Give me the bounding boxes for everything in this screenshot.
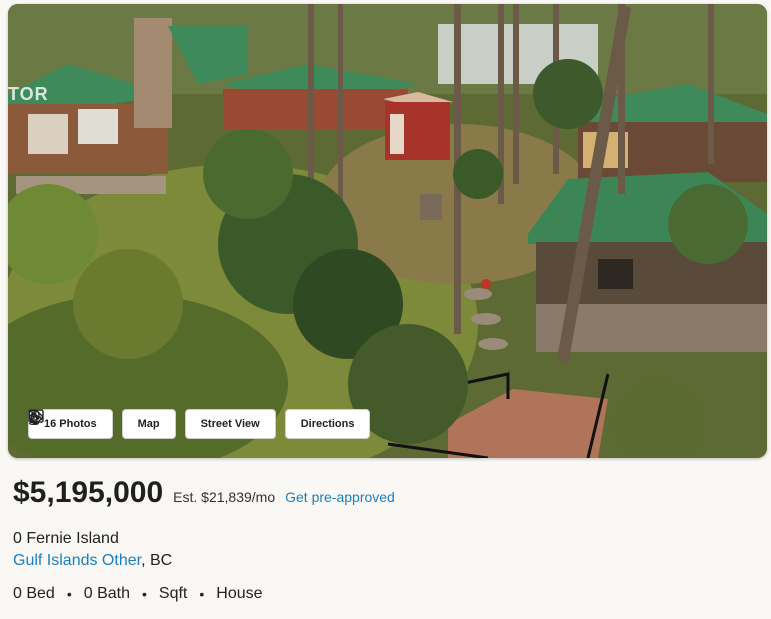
street-view-button-label: Street View <box>200 418 260 430</box>
city-link[interactable]: Gulf Islands Other <box>13 552 141 569</box>
price-row: $5,195,000 Est. $21,839/mo Get pre-appro… <box>13 476 395 510</box>
sqft-value: Sqft <box>158 585 188 602</box>
baths-count: 0 Bath <box>83 585 130 602</box>
property-type: House <box>216 585 263 602</box>
directions-icon <box>28 409 44 425</box>
street-view-button[interactable]: Street View <box>29 409 276 439</box>
map-button[interactable]: Map <box>28 409 176 439</box>
city-line: Gulf Islands Other, BC <box>13 552 172 570</box>
photo-scene <box>8 4 767 458</box>
beds-count: 0 Bed <box>13 585 55 602</box>
photos-button-label: 16 Photos <box>44 418 97 430</box>
directions-button-label: Directions <box>300 418 355 430</box>
watermark-text: TOR <box>8 84 49 104</box>
listing-photo[interactable]: TOR 16 Photos Map Street View Directions <box>8 4 767 458</box>
realtor-watermark: TOR <box>8 4 62 114</box>
directions-button[interactable]: Directions <box>28 409 371 439</box>
listing-facts: 0 Bed • 0 Bath • Sqft • House <box>13 585 263 603</box>
separator-dot: • <box>199 586 205 602</box>
photo-button-bar: 16 Photos Map Street View Directions <box>28 409 371 439</box>
listing-price: $5,195,000 <box>13 476 164 509</box>
map-button-label: Map <box>137 418 160 430</box>
get-preapproved-link[interactable]: Get pre-approved <box>285 489 395 505</box>
separator-dot: • <box>141 586 147 602</box>
monthly-estimate: Est. $21,839/mo <box>173 489 276 505</box>
address-line: 0 Fernie Island <box>13 530 119 547</box>
separator-dot: • <box>66 586 72 602</box>
province-suffix: , BC <box>141 552 173 569</box>
